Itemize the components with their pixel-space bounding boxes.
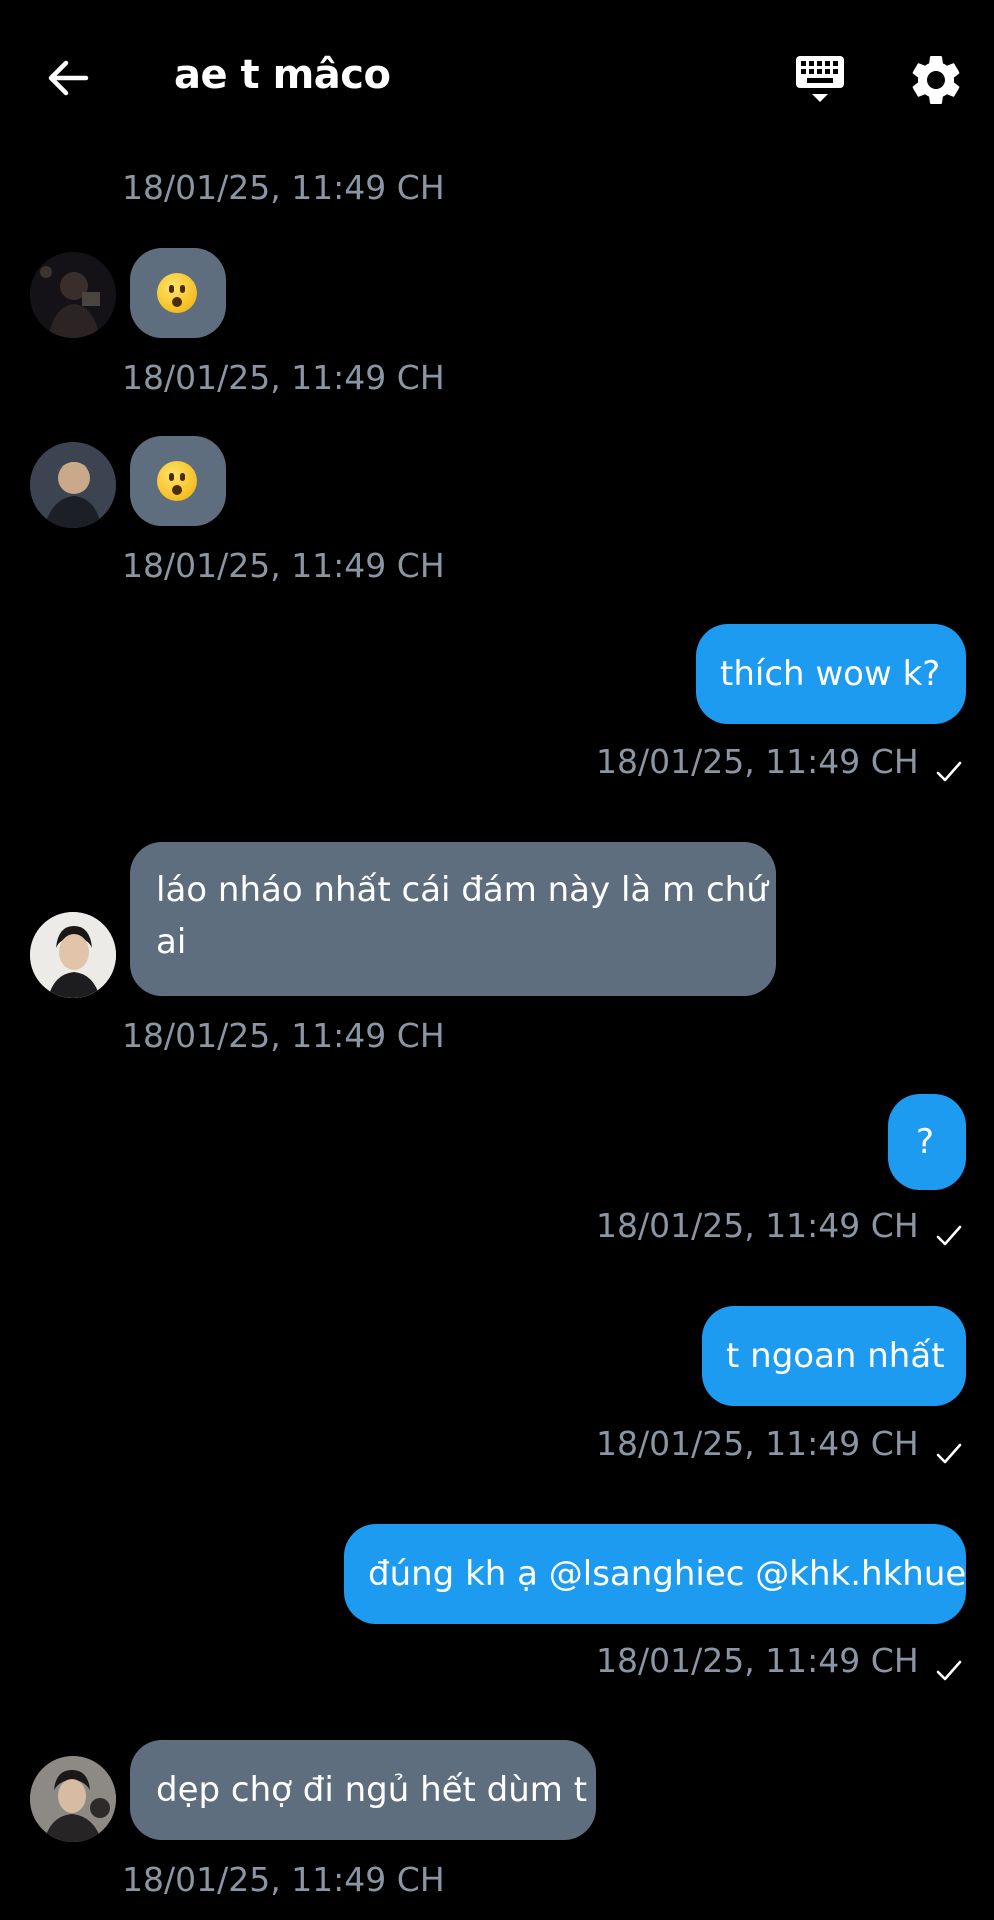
outgoing-message-bubble[interactable]: thích wow k? (696, 624, 966, 724)
avatar[interactable] (30, 442, 116, 528)
keyboard-toggle-button[interactable] (790, 50, 850, 110)
message-timestamp: 18/01/25, 11:49 CH (122, 1016, 445, 1055)
read-check-icon (936, 761, 962, 782)
outgoing-message-bubble[interactable]: ? (888, 1094, 966, 1190)
avatar-photo (30, 1756, 116, 1842)
astonished-face-emoji-icon (157, 273, 197, 313)
read-check-icon (936, 1225, 962, 1246)
message-timestamp: 18/01/25, 11:49 CH (122, 546, 445, 585)
message-timestamp: 18/01/25, 11:49 CH (122, 358, 445, 397)
back-arrow-icon (48, 60, 89, 96)
keyboard-icon (796, 56, 844, 102)
conversation-title[interactable]: ae t mâco (174, 52, 391, 98)
message-timestamp: 18/01/25, 11:49 CH (122, 1860, 445, 1899)
back-button[interactable] (38, 48, 98, 108)
message-text-line-1: láo nháo nhất cái đám này là m chứ (156, 870, 768, 910)
astonished-face-emoji-icon (157, 461, 197, 501)
avatar[interactable] (30, 1756, 116, 1842)
avatar-photo (30, 912, 116, 998)
incoming-emoji-bubble[interactable] (130, 436, 226, 526)
chat-header: ae t mâco (0, 0, 994, 150)
avatar[interactable] (30, 912, 116, 998)
message-timestamp: 18/01/25, 11:49 CH (122, 168, 445, 207)
incoming-emoji-bubble[interactable] (130, 248, 226, 338)
read-check-icon (936, 1443, 962, 1464)
outgoing-message-bubble[interactable]: t ngoan nhất (702, 1306, 966, 1406)
incoming-message-bubble[interactable]: láo nháo nhất cái đám này là m chứ ai (130, 842, 776, 996)
gear-icon (912, 55, 960, 104)
message-text-line-2: ai (156, 922, 187, 962)
message-timestamp: 18/01/25, 11:49 CH (596, 1424, 919, 1463)
read-check-icon (936, 1660, 962, 1681)
avatar-photo (30, 252, 116, 338)
avatar[interactable] (30, 252, 116, 338)
message-timestamp: 18/01/25, 11:49 CH (596, 1206, 919, 1245)
message-timestamp: 18/01/25, 11:49 CH (596, 1641, 919, 1680)
chat-screen: 18/01/25, 11:49 CH 18/01/25, 11:49 CH 18… (0, 0, 994, 1920)
incoming-message-bubble[interactable]: dẹp chợ đi ngủ hết dùm t (130, 1740, 596, 1840)
settings-button[interactable] (906, 50, 966, 110)
message-timestamp: 18/01/25, 11:49 CH (596, 742, 919, 781)
avatar-photo (30, 442, 116, 528)
outgoing-message-bubble[interactable]: đúng kh ạ @lsanghiec @khk.hkhue (344, 1524, 966, 1624)
